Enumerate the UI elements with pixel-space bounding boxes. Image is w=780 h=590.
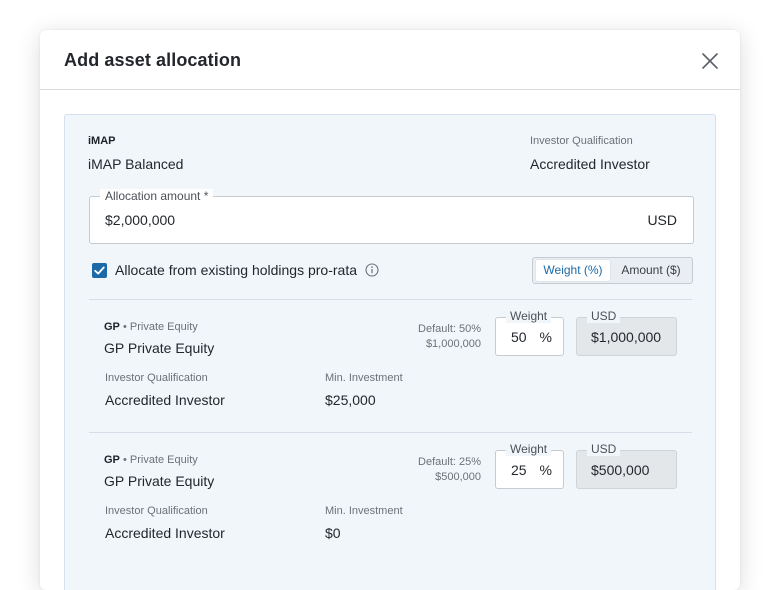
weight-label: Weight	[506, 309, 552, 323]
model-label: iMAP	[88, 135, 116, 147]
weight-value[interactable]: 50	[511, 329, 527, 345]
fund-row: GP • Private Equity GP Private Equity De…	[65, 300, 715, 433]
min-investment-label: Min. Investment	[325, 505, 403, 517]
fund-qualification-value: Accredited Investor	[105, 392, 225, 408]
pro-rata-label[interactable]: Allocate from existing holdings pro-rata	[115, 262, 357, 278]
usd-label: USD	[587, 309, 621, 323]
min-investment-value: $25,000	[325, 392, 376, 408]
investor-qualification-value: Accredited Investor	[530, 156, 650, 172]
usd-amount-field: USD $1,000,000	[576, 309, 677, 356]
weight-label: Weight	[506, 442, 552, 456]
default-weight: Default: 50%	[418, 323, 481, 335]
weight-input[interactable]: Weight 25 %	[495, 442, 564, 489]
default-amount: $1,000,000	[425, 338, 481, 350]
allocation-amount-input[interactable]: $2,000,000	[105, 212, 175, 228]
fund-name: GP Private Equity	[104, 473, 215, 489]
checkmark-icon	[94, 266, 105, 275]
allocation-currency: USD	[647, 212, 677, 228]
min-investment-label: Min. Investment	[325, 372, 403, 384]
default-weight: Default: 25%	[418, 456, 481, 468]
investor-qualification-label: Investor Qualification	[530, 135, 633, 147]
percent-unit: %	[539, 462, 552, 478]
percent-unit: %	[539, 329, 552, 345]
amount-mode-option[interactable]: Amount ($)	[613, 260, 689, 281]
fund-qualification-label: Investor Qualification	[105, 372, 208, 384]
close-icon	[702, 53, 718, 69]
usd-amount-field: USD $500,000	[576, 442, 677, 489]
fund-qualification-label: Investor Qualification	[105, 505, 208, 517]
info-icon[interactable]	[365, 263, 379, 277]
add-asset-allocation-dialog: Add asset allocation iMAP iMAP Balanced …	[40, 30, 740, 590]
pro-rata-checkbox[interactable]	[92, 263, 107, 278]
allocation-panel: iMAP iMAP Balanced Investor Qualificatio…	[64, 114, 716, 590]
close-button[interactable]	[696, 47, 724, 75]
fund-type: GP • Private Equity	[104, 454, 198, 466]
fund-qualification-value: Accredited Investor	[105, 525, 225, 541]
usd-value: $500,000	[591, 462, 650, 478]
usd-value: $1,000,000	[591, 329, 662, 345]
allocation-amount-field[interactable]: Allocation amount * $2,000,000 USD	[89, 189, 694, 244]
weight-input[interactable]: Weight 50 %	[495, 309, 564, 356]
allocation-amount-label: Allocation amount *	[100, 189, 214, 203]
model-value: iMAP Balanced	[88, 156, 184, 172]
min-investment-value: $0	[325, 525, 341, 541]
default-amount: $500,000	[435, 471, 481, 483]
weight-mode-option[interactable]: Weight (%)	[536, 260, 610, 281]
fund-name: GP Private Equity	[104, 340, 215, 356]
dialog-header: Add asset allocation	[40, 30, 740, 90]
dialog-title: Add asset allocation	[64, 50, 242, 70]
fund-type: GP • Private Equity	[104, 321, 198, 333]
weight-amount-toggle: Weight (%) Amount ($)	[532, 257, 693, 284]
usd-label: USD	[587, 442, 621, 456]
weight-value[interactable]: 25	[511, 462, 527, 478]
fund-row: GP • Private Equity GP Private Equity De…	[65, 433, 715, 566]
